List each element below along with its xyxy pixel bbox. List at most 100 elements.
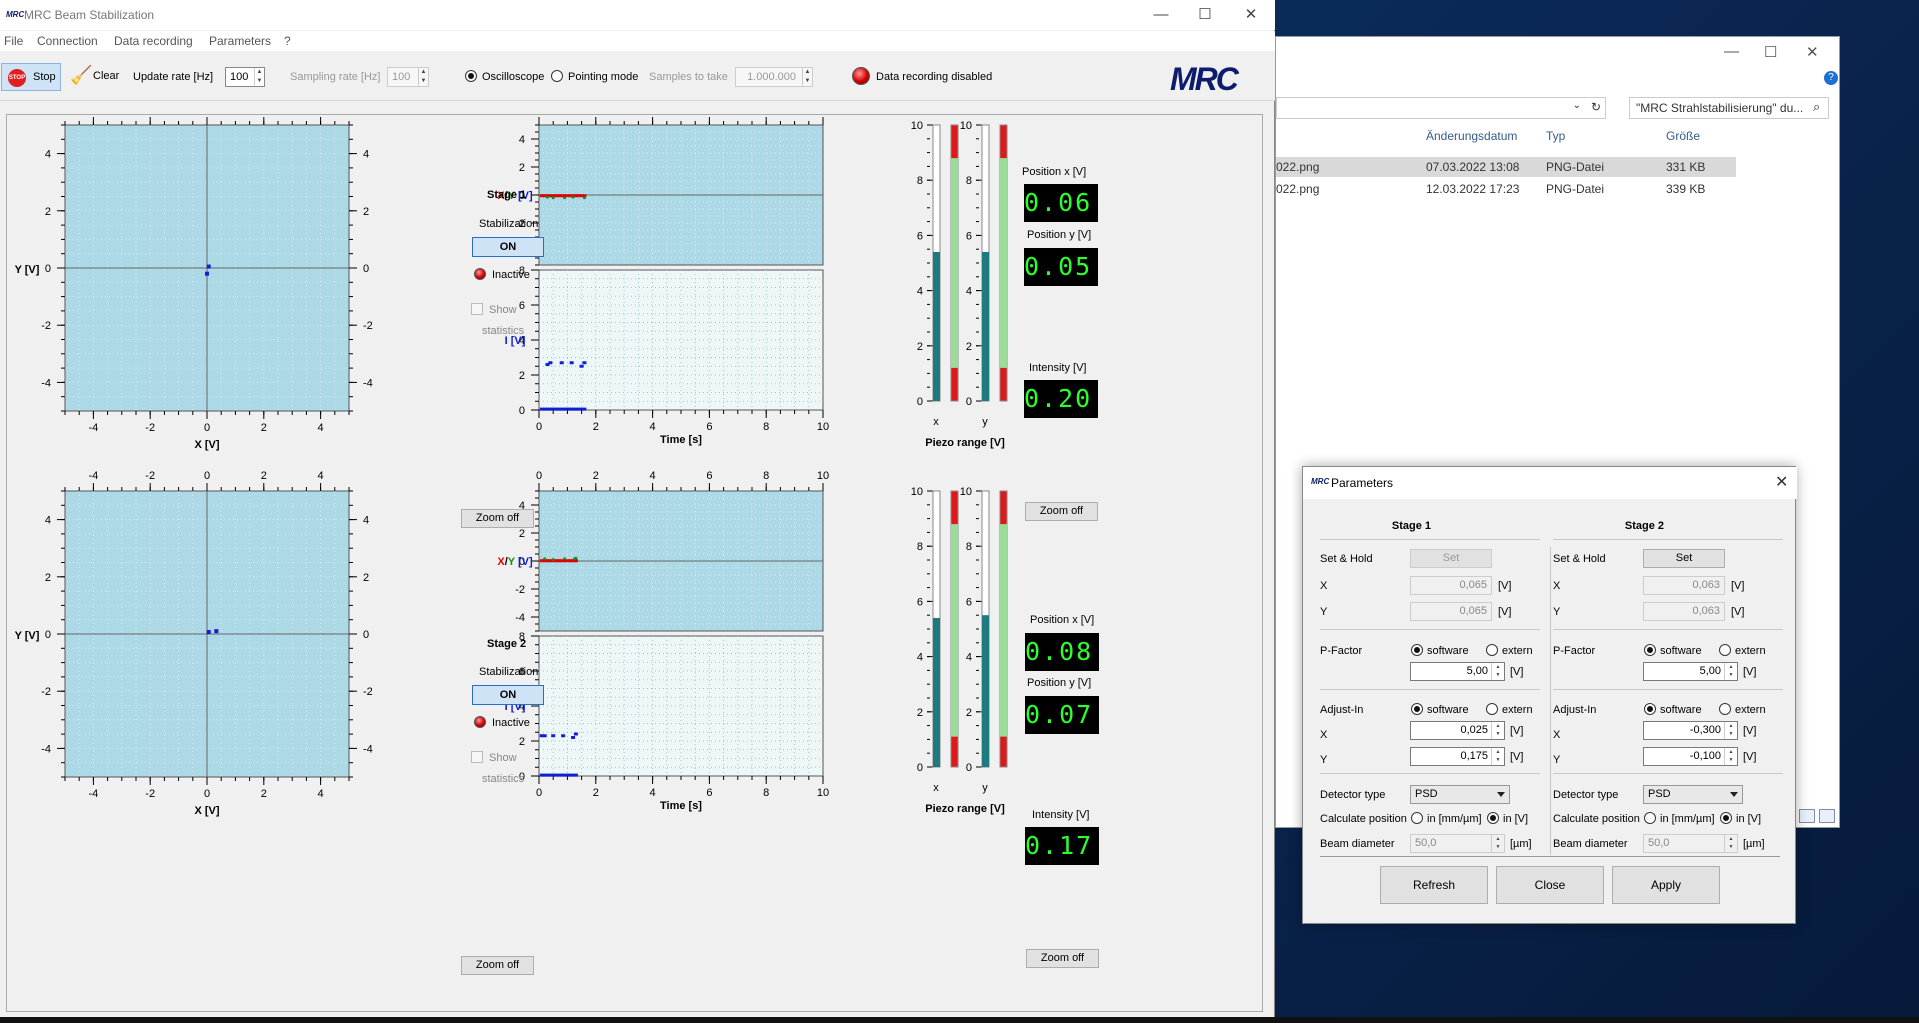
p-factor-software-radio[interactable] bbox=[1644, 644, 1656, 656]
spin-arrows-icon[interactable]: ▲ ▼ bbox=[1491, 722, 1504, 739]
zoom-off-time-button[interactable]: Zoom off bbox=[1026, 949, 1099, 968]
y-tick-label: -4 bbox=[363, 377, 373, 389]
menu-data-recording[interactable]: Data recording bbox=[114, 34, 193, 48]
spin-arrows-icon: ▲ ▼ bbox=[802, 68, 812, 86]
show-statistics-checkbox[interactable] bbox=[471, 303, 483, 315]
set-button[interactable]: Set bbox=[1410, 549, 1492, 568]
p-factor-input[interactable]: 5,00 ▲ ▼ bbox=[1410, 662, 1505, 681]
adjust-in-extern-radio[interactable] bbox=[1486, 703, 1498, 715]
software-label[interactable]: software bbox=[1660, 704, 1702, 716]
zoom-off-xy-button[interactable]: Zoom off bbox=[461, 956, 534, 975]
column-header-size[interactable]: Größe bbox=[1666, 129, 1700, 143]
spin-arrows-icon[interactable]: ▲ ▼ bbox=[1724, 748, 1737, 765]
refresh-icon[interactable]: ↻ bbox=[1591, 100, 1601, 114]
pointing-mode-label[interactable]: Pointing mode bbox=[568, 71, 638, 83]
adjust-in-software-radio[interactable] bbox=[1411, 703, 1423, 715]
tiles-view-icon[interactable] bbox=[1819, 809, 1835, 823]
pointing-mode-radio[interactable] bbox=[551, 70, 563, 82]
adjust-y-input[interactable]: 0,175 ▲ ▼ bbox=[1410, 747, 1505, 766]
position-y-label: Position y [V] bbox=[1027, 229, 1092, 241]
column-header-date[interactable]: Änderungsdatum bbox=[1426, 129, 1517, 143]
menu-help[interactable]: ? bbox=[284, 34, 291, 48]
main-app-window: MRC MRC Beam Stabilization — ☐ ✕ File Co… bbox=[0, 0, 1275, 1017]
column-header-type[interactable]: Typ bbox=[1546, 129, 1565, 143]
spin-arrows-icon[interactable]: ▲ ▼ bbox=[1724, 722, 1737, 739]
p-factor-software-radio[interactable] bbox=[1411, 644, 1423, 656]
close-button[interactable]: Close bbox=[1496, 866, 1604, 904]
set-y-field: 0,063 bbox=[1643, 602, 1725, 621]
clear-button[interactable]: 🧹 Clear bbox=[68, 63, 128, 91]
set-button[interactable]: Set bbox=[1643, 549, 1725, 568]
close-icon[interactable]: ✕ bbox=[1806, 43, 1819, 61]
minimize-icon[interactable]: — bbox=[1724, 43, 1739, 60]
calc-v-radio[interactable] bbox=[1487, 812, 1499, 824]
p-factor-extern-radio[interactable] bbox=[1719, 644, 1731, 656]
x-tick-label: 6 bbox=[706, 470, 712, 482]
stage-1-position-plot bbox=[531, 117, 824, 266]
close-icon[interactable]: ✕ bbox=[1236, 4, 1266, 26]
extern-label[interactable]: extern bbox=[1735, 704, 1766, 716]
details-view-icon[interactable] bbox=[1799, 809, 1815, 823]
y-tick-label: 4 bbox=[363, 149, 369, 161]
adjust-x-input[interactable]: 0,025 ▲ ▼ bbox=[1410, 721, 1505, 740]
spin-arrows-icon[interactable]: ▲ ▼ bbox=[254, 68, 264, 86]
address-bar[interactable]: ⌄ ↻ bbox=[1276, 97, 1606, 119]
calc-v-label[interactable]: in [V] bbox=[1736, 813, 1761, 825]
zoom-off-time-button[interactable]: Zoom off bbox=[1025, 502, 1098, 521]
maximize-icon[interactable]: ☐ bbox=[1190, 4, 1220, 26]
divider bbox=[1320, 689, 1540, 690]
software-label[interactable]: software bbox=[1660, 645, 1702, 657]
spin-arrows-icon[interactable]: ▲ ▼ bbox=[1491, 663, 1504, 680]
calc-mm-radio[interactable] bbox=[1644, 812, 1656, 824]
search-input[interactable]: "MRC Strahlstabilisierung" du... bbox=[1629, 97, 1829, 119]
oscilloscope-radio[interactable] bbox=[465, 70, 477, 82]
extern-label[interactable]: extern bbox=[1502, 645, 1533, 657]
adjust-y-input[interactable]: -0,100 ▲ ▼ bbox=[1643, 747, 1738, 766]
x-tick-label: 0 bbox=[536, 787, 542, 799]
menu-file[interactable]: File bbox=[4, 34, 23, 48]
adjust-in-extern-radio[interactable] bbox=[1719, 703, 1731, 715]
x-tick-label: 10 bbox=[817, 421, 829, 433]
show-statistics-checkbox[interactable] bbox=[471, 751, 483, 763]
calc-v-label[interactable]: in [V] bbox=[1503, 813, 1528, 825]
close-icon[interactable]: ✕ bbox=[1775, 472, 1788, 492]
adjust-in-software-radio[interactable] bbox=[1644, 703, 1656, 715]
extern-label[interactable]: extern bbox=[1502, 704, 1533, 716]
p-factor-input[interactable]: 5,00 ▲ ▼ bbox=[1643, 662, 1738, 681]
software-label[interactable]: software bbox=[1427, 704, 1469, 716]
oscilloscope-label[interactable]: Oscilloscope bbox=[482, 71, 544, 83]
chevron-down-icon[interactable]: ⌄ bbox=[1573, 100, 1581, 111]
recording-status: Data recording disabled bbox=[876, 71, 993, 83]
minimize-icon[interactable]: — bbox=[1146, 4, 1176, 26]
p-factor-label: P-Factor bbox=[1320, 645, 1363, 657]
menu-connection[interactable]: Connection bbox=[37, 34, 98, 48]
y-tick-label: -2 bbox=[41, 320, 51, 332]
help-icon[interactable]: ? bbox=[1824, 71, 1838, 85]
divider bbox=[1320, 539, 1540, 540]
maximize-icon[interactable]: ☐ bbox=[1764, 43, 1777, 61]
software-label[interactable]: software bbox=[1427, 645, 1469, 657]
file-row[interactable]: 022.png 07.03.2022 13:08 PNG-Datei 331 K… bbox=[1276, 157, 1736, 177]
detector-type-select[interactable]: PSD bbox=[1410, 785, 1510, 804]
file-row[interactable]: 022.png 12.03.2022 17:23 PNG-Datei 339 K… bbox=[1276, 179, 1736, 199]
refresh-button[interactable]: Refresh bbox=[1380, 866, 1488, 904]
update-rate-input[interactable]: 100 ▲ ▼ bbox=[225, 67, 265, 87]
calc-mm-radio[interactable] bbox=[1411, 812, 1423, 824]
calc-mm-label[interactable]: in [mm/µm] bbox=[1660, 813, 1715, 825]
detector-type-select[interactable]: PSD bbox=[1643, 785, 1743, 804]
extern-label[interactable]: extern bbox=[1735, 645, 1766, 657]
x-axis-label: X [V] bbox=[194, 805, 219, 817]
zoom-off-xy-button[interactable]: Zoom off bbox=[461, 509, 534, 528]
stop-button[interactable]: STOP Stop bbox=[1, 63, 61, 91]
calc-v-radio[interactable] bbox=[1720, 812, 1732, 824]
stabilization-toggle[interactable]: ON bbox=[472, 237, 544, 257]
adjust-x-input[interactable]: -0,300 ▲ ▼ bbox=[1643, 721, 1738, 740]
apply-button[interactable]: Apply bbox=[1612, 866, 1720, 904]
calc-mm-label[interactable]: in [mm/µm] bbox=[1427, 813, 1482, 825]
spin-arrows-icon[interactable]: ▲ ▼ bbox=[1724, 663, 1737, 680]
spin-arrows-icon[interactable]: ▲ ▼ bbox=[1491, 748, 1504, 765]
p-factor-extern-radio[interactable] bbox=[1486, 644, 1498, 656]
stabilization-toggle[interactable]: ON bbox=[472, 685, 544, 705]
menu-parameters[interactable]: Parameters bbox=[209, 34, 271, 48]
unit-label: [V] bbox=[1498, 606, 1512, 618]
